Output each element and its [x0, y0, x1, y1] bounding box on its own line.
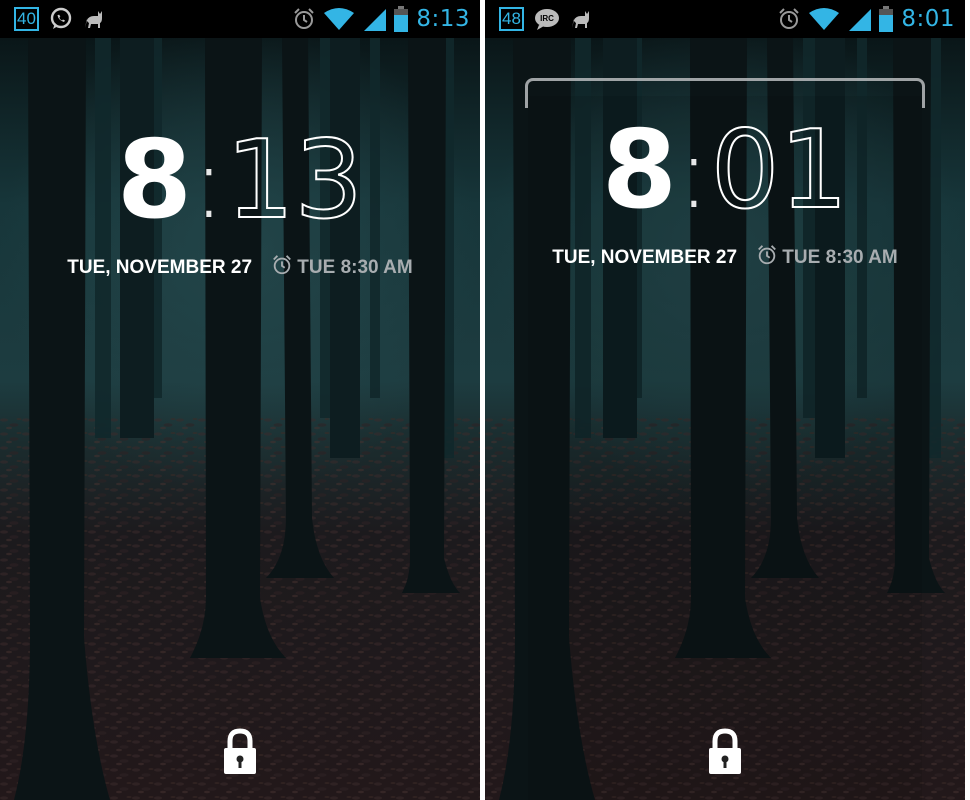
lockscreen-right: 48 IRC 8:01 8:01 TUE, NOVEMBER 27 TUE 8:…: [485, 0, 965, 800]
alarm-icon: [756, 244, 778, 272]
clock-hour: 8: [116, 118, 192, 243]
notification-count-badge: 40: [14, 7, 39, 31]
date-label: TUE, NOVEMBER 27: [67, 257, 253, 278]
lockscreen-clock: 8:01: [485, 107, 965, 234]
clock-minutes: 13: [225, 117, 364, 244]
signal-icon: [362, 7, 387, 31]
cat-icon: [83, 8, 105, 30]
clock-hour: 8: [601, 108, 677, 233]
irc-icon: IRC: [534, 7, 560, 31]
status-clock: 8:01: [901, 6, 955, 32]
wifi-icon: [324, 7, 355, 31]
cat-icon: [570, 8, 592, 30]
next-alarm-label: TUE 8:30 AM: [782, 247, 898, 268]
lock-icon[interactable]: [222, 728, 258, 776]
lockscreen-clock: 8:13: [0, 117, 480, 244]
wifi-icon: [809, 7, 840, 31]
clock-separator: :: [677, 114, 711, 231]
clock-separator: :: [192, 124, 226, 241]
status-bar: 40 8:13: [0, 0, 480, 38]
widget-frame[interactable]: [525, 78, 925, 108]
alarm-icon: [292, 7, 316, 31]
next-alarm-label: TUE 8:30 AM: [297, 257, 413, 278]
clock-minutes: 01: [710, 107, 849, 234]
date-alarm-row: TUE, NOVEMBER 27 TUE 8:30 AM: [485, 244, 965, 272]
signal-icon: [847, 7, 872, 31]
alarm-icon: [271, 254, 293, 282]
status-bar: 48 IRC 8:01: [485, 0, 965, 38]
status-clock: 8:13: [416, 6, 470, 32]
battery-icon: [879, 6, 894, 32]
date-label: TUE, NOVEMBER 27: [552, 247, 738, 268]
whatsapp-icon: [49, 7, 73, 31]
svg-text:IRC: IRC: [540, 14, 554, 23]
notification-count-badge: 48: [499, 7, 524, 31]
alarm-icon: [777, 7, 801, 31]
lock-icon[interactable]: [707, 728, 743, 776]
battery-icon: [394, 6, 409, 32]
lockscreen-left: 40 8:13 8:13 TUE, NOVEMBER 27 TUE 8:30 A…: [0, 0, 480, 800]
date-alarm-row: TUE, NOVEMBER 27 TUE 8:30 AM: [0, 254, 480, 282]
